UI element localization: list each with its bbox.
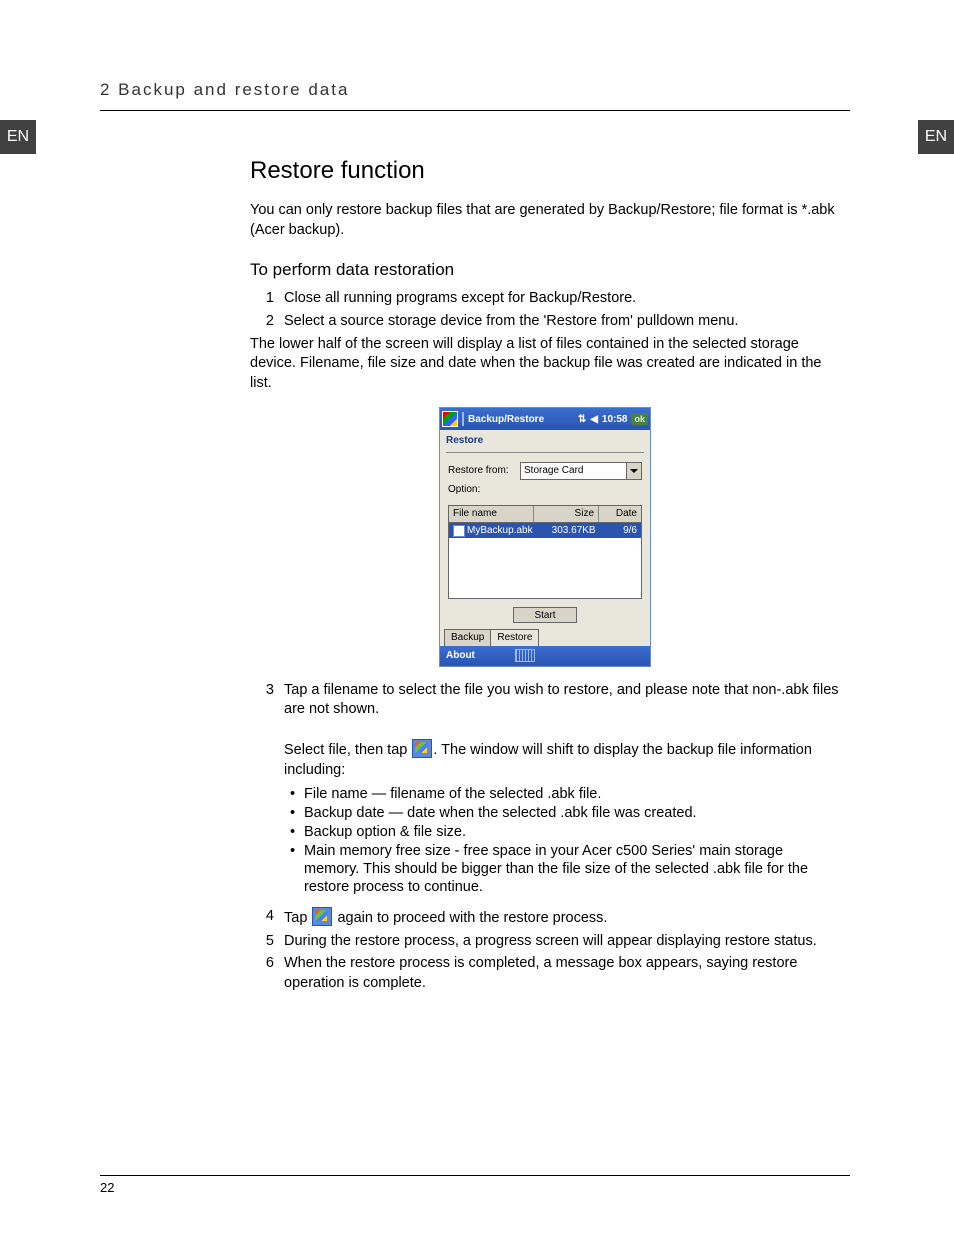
bullet-item: Backup date — date when the selected .ab… bbox=[284, 804, 840, 822]
subsection-heading: To perform data restoration bbox=[250, 259, 840, 282]
windows-flag-icon bbox=[442, 411, 458, 427]
header-rule bbox=[100, 110, 850, 111]
step-text: Select file, then tap bbox=[284, 742, 411, 758]
column-header-filename[interactable]: File name bbox=[449, 506, 534, 522]
language-tab-left: EN bbox=[0, 120, 36, 154]
chevron-down-icon[interactable] bbox=[626, 463, 641, 479]
step-number: 1 bbox=[250, 289, 284, 309]
signal-icon: ⇅ bbox=[578, 413, 586, 427]
footer-rule bbox=[100, 1175, 850, 1176]
intro-paragraph: You can only restore backup files that a… bbox=[250, 201, 840, 240]
tab-backup[interactable]: Backup bbox=[444, 629, 491, 646]
cell-size: 303.67KB bbox=[537, 523, 600, 539]
windows-start-icon bbox=[412, 739, 432, 758]
file-list-table: File name Size Date MyBackup.abk 303.67K… bbox=[448, 505, 642, 599]
pda-subheader: Restore bbox=[440, 430, 650, 450]
windows-start-icon bbox=[312, 907, 332, 926]
bullet-item: File name — filename of the selected .ab… bbox=[284, 785, 840, 803]
pda-bottombar: About bbox=[440, 646, 650, 666]
step-number: 2 bbox=[250, 312, 284, 332]
divider bbox=[462, 412, 464, 426]
file-icon bbox=[453, 525, 465, 537]
bullet-item: Main memory free size - free space in yo… bbox=[284, 842, 840, 896]
step-number: 4 bbox=[250, 907, 284, 929]
chapter-title: 2 Backup and restore data bbox=[100, 80, 850, 100]
language-tab-right: EN bbox=[918, 120, 954, 154]
about-link[interactable]: About bbox=[446, 649, 475, 663]
pda-title: Backup/Restore bbox=[468, 413, 544, 427]
column-header-size[interactable]: Size bbox=[534, 506, 599, 522]
step-text: Tap a filename to select the file you wi… bbox=[284, 682, 839, 718]
option-label: Option: bbox=[448, 483, 520, 497]
speaker-icon: ◀ bbox=[590, 413, 598, 427]
restore-from-value: Storage Card bbox=[524, 464, 583, 478]
step-number: 5 bbox=[250, 932, 284, 952]
step-number: 6 bbox=[250, 954, 284, 993]
paragraph: The lower half of the screen will displa… bbox=[250, 335, 840, 394]
step-text: Tap bbox=[284, 910, 311, 926]
step-text: Close all running programs except for Ba… bbox=[284, 289, 840, 309]
step-text: again to proceed with the restore proces… bbox=[333, 910, 607, 926]
pda-titlebar: Backup/Restore ⇅ ◀ 10:58 ok bbox=[440, 408, 650, 430]
restore-from-label: Restore from: bbox=[448, 464, 520, 478]
keyboard-icon[interactable] bbox=[515, 649, 535, 662]
pda-window: Backup/Restore ⇅ ◀ 10:58 ok Restore Rest… bbox=[439, 407, 651, 667]
tab-restore[interactable]: Restore bbox=[490, 629, 539, 646]
step-number: 3 bbox=[250, 681, 284, 905]
cell-filename: MyBackup.abk bbox=[467, 524, 533, 538]
table-row[interactable]: MyBackup.abk 303.67KB 9/6 bbox=[449, 523, 641, 539]
ok-button[interactable]: ok bbox=[631, 413, 648, 425]
page-number: 22 bbox=[100, 1180, 850, 1195]
restore-from-select[interactable]: Storage Card bbox=[520, 462, 642, 480]
section-heading: Restore function bbox=[250, 155, 840, 187]
step-text: When the restore process is completed, a… bbox=[284, 954, 840, 993]
cell-date: 9/6 bbox=[600, 523, 641, 539]
step-text: During the restore process, a progress s… bbox=[284, 932, 840, 952]
column-header-date[interactable]: Date bbox=[599, 506, 641, 522]
start-button[interactable]: Start bbox=[513, 607, 576, 623]
step-text: Select a source storage device from the … bbox=[284, 312, 840, 332]
embedded-screenshot: Backup/Restore ⇅ ◀ 10:58 ok Restore Rest… bbox=[250, 407, 840, 667]
pda-clock: 10:58 bbox=[602, 413, 628, 427]
bullet-item: Backup option & file size. bbox=[284, 823, 840, 841]
